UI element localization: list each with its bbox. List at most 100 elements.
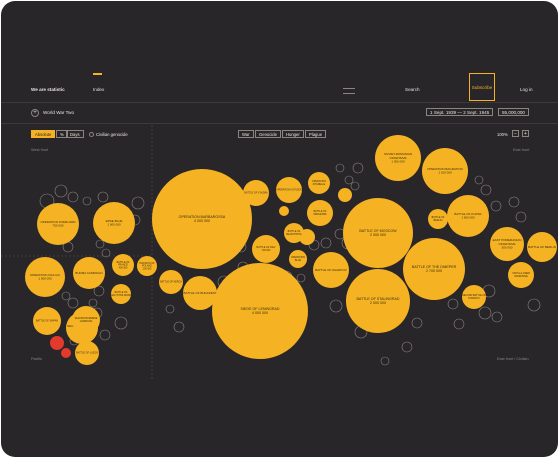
bubble-circle[interactable] (338, 188, 352, 202)
bubble[interactable]: BURMA CAMPAIGN (73, 257, 105, 289)
bubble-circle[interactable] (171, 230, 187, 246)
bubble[interactable]: OPERATIONBLUE (289, 250, 307, 268)
bubble[interactable]: BATTLE OF VYAZMA (243, 180, 269, 206)
minor-bubble[interactable] (54, 184, 68, 198)
bubble-label: CAMPAIGN (80, 320, 93, 323)
bubble[interactable]: ERSE BLUE1 000 000 (93, 202, 135, 244)
bubble-label: BATTLE OF SAIPAN (36, 320, 58, 323)
bubble-label: OFFENSIVE (514, 275, 528, 278)
minor-bubble[interactable] (453, 318, 465, 330)
bubble[interactable]: SECOND BATTLE OFKHARKOV (462, 285, 486, 309)
minor-bubble[interactable] (61, 291, 71, 301)
bubble[interactable]: BATTLE OFBIALYSTOK-MINSK (110, 284, 132, 304)
minor-bubble[interactable] (350, 181, 360, 191)
bubble[interactable] (279, 206, 289, 216)
minor-bubble[interactable] (401, 341, 413, 353)
bubble[interactable]: BATTLE OF KHARKOV (313, 252, 349, 288)
minor-bubble[interactable] (352, 162, 364, 174)
minor-bubble[interactable] (99, 329, 111, 341)
bubble[interactable]: OPERATION KUTUZOV (276, 177, 302, 203)
minor-bubble[interactable] (335, 163, 345, 173)
bubble[interactable]: OPERATION ICHI-GO1 000 000 (25, 257, 65, 297)
bubble[interactable]: OPERATION OVERLORD750 000 (37, 203, 79, 245)
minor-bubble[interactable] (411, 317, 423, 329)
bubble[interactable]: BATTLE OF KURSK1 600 000 (447, 195, 489, 237)
minor-bubble[interactable] (114, 316, 128, 330)
bubble-circle[interactable] (279, 206, 289, 216)
minor-bubble[interactable] (508, 196, 520, 208)
bubble[interactable]: BATTLE OF MOSCOW2 000 000 (343, 198, 413, 268)
minor-bubble[interactable] (344, 175, 354, 185)
bubble-label: 4 000 000 (252, 311, 268, 315)
bubble-label: 1 300 000 (391, 159, 405, 163)
bubble[interactable]: BATTLE OF KIEV700 000 (252, 235, 280, 263)
bubble-label: SEVASTOPOL (286, 233, 303, 236)
bubble[interactable]: BATTLE OFSEVASTOPOL (284, 223, 304, 243)
bubble-label: BLUE (295, 259, 302, 262)
minor-bubble[interactable] (97, 191, 109, 203)
minor-bubble[interactable] (82, 196, 92, 206)
bubble[interactable] (171, 230, 187, 246)
bubble-label: BATTLE OF VYAZMA (244, 192, 268, 195)
bubble-label: BURMA CAMPAIGN (75, 271, 102, 275)
minor-bubble[interactable] (478, 306, 492, 320)
minor-bubble[interactable] (131, 196, 145, 210)
bubble-label: 1 100 000 (438, 171, 452, 175)
bubble-label: OPERATION KUTUZOV (276, 189, 302, 192)
bubble-label: 750 000 (53, 224, 64, 228)
bubble[interactable]: VISTULA-ODEROFFENSIVE (508, 262, 534, 288)
bubble[interactable]: BATTLE OFBERLIN (428, 209, 448, 229)
bubble[interactable]: SECOND BURMESECAMPAIGN (72, 306, 100, 334)
bubble[interactable]: OPERATION BAGRATION1 100 000 (422, 148, 468, 194)
bubble-label: 1 000 000 (38, 277, 52, 281)
minor-bubble[interactable] (491, 311, 503, 323)
bubble[interactable]: BATTLE OFSMOLENSK (307, 200, 333, 226)
minor-bubble[interactable] (165, 304, 175, 314)
minor-bubble[interactable] (474, 175, 484, 185)
app-window: We are statistic Index Search Subscribe … (1, 1, 558, 457)
bubble-label: 1 600 000 (461, 216, 475, 220)
minor-bubble[interactable] (329, 299, 343, 313)
bubble-label: 4 000 000 (194, 219, 210, 223)
minor-bubble[interactable] (67, 297, 79, 309)
minor-bubble[interactable] (173, 321, 185, 333)
minor-bubble[interactable] (320, 237, 332, 249)
bubble-label: BERLIN (434, 219, 443, 222)
bubble[interactable]: BATTLE OF BUDAPEST (183, 276, 217, 310)
minor-bubble[interactable] (88, 298, 98, 308)
bubble[interactable]: EAST POMERANIANOFFENSIVE500 000 (490, 227, 524, 261)
genocide-bubble[interactable] (61, 348, 71, 358)
minor-bubble[interactable] (480, 184, 492, 196)
bubble[interactable]: INVASION OFPOLAND200 000 (137, 256, 157, 276)
bubble[interactable]: BATTLE OF KERCH (159, 270, 183, 294)
bubble[interactable]: BATTLE OF BERLIN (527, 232, 557, 262)
bubble[interactable]: SOVIET-ROMANIANOFFENSIVE1 300 000 (375, 135, 421, 181)
minor-bubble[interactable] (380, 356, 390, 366)
minor-bubble[interactable] (447, 298, 459, 310)
bubble[interactable]: OPERATIONZITADELLE (308, 172, 330, 194)
bubble-label: 2 000 000 (370, 301, 386, 305)
bubble-chart: OPERATION BARBAROSSA4 000 000SIEGE OF LE… (1, 125, 557, 381)
minor-bubble[interactable] (296, 273, 306, 283)
bubble[interactable]: BATTLE OF STALINGRAD2 000 000 (346, 269, 410, 333)
bubble[interactable]: BATTLE OF THE DNIEPER2 700 000 (403, 238, 465, 300)
minor-bubble[interactable] (95, 239, 105, 249)
minor-bubble[interactable] (515, 211, 527, 223)
bubble[interactable] (338, 188, 352, 202)
minor-bubble[interactable] (490, 200, 502, 212)
bubble-label: 400 000 (119, 267, 128, 270)
bubble-label: BIALYSTOK-MINSK (110, 294, 132, 297)
bubble-label: BATTLE OF BUDAPEST (183, 291, 216, 295)
bubble-label: 200 000 (143, 268, 152, 271)
bubble-label: 2 700 000 (426, 269, 442, 273)
minor-bubble[interactable] (67, 191, 79, 203)
genocide-bubble[interactable] (50, 336, 64, 350)
bubble-label: 1 000 000 (107, 223, 121, 227)
bubble-label: 500 000 (502, 245, 513, 249)
minor-bubble[interactable] (527, 298, 541, 312)
bubble[interactable]: OPERATION BARBAROSSA4 000 000 (152, 169, 252, 269)
bubble[interactable]: BATTLE OF LUZON (75, 341, 99, 365)
bubble[interactable]: BATTLE OF SAIPAN (33, 307, 61, 335)
bubble[interactable]: BATTLE OFFRANCE400 000 (112, 254, 134, 276)
bubble[interactable]: SIEGE OF LENINGRAD4 000 000 (212, 263, 308, 359)
